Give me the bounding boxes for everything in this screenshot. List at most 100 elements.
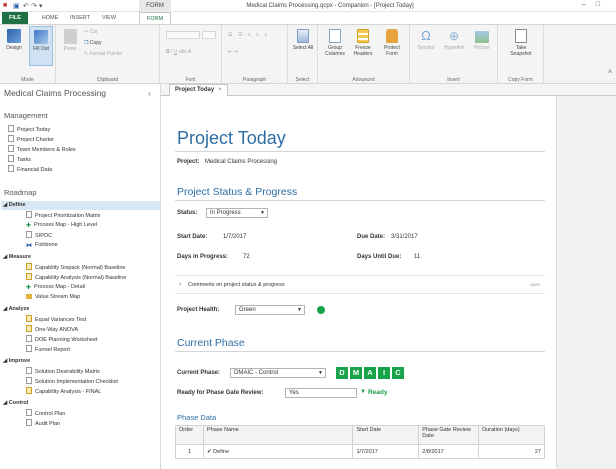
col-start-date[interactable]: Start Date bbox=[352, 425, 420, 445]
open-comments-link[interactable]: open bbox=[530, 282, 540, 287]
sidebar-item-team-members[interactable]: Team Members & Roles bbox=[8, 145, 76, 153]
phase-analyze[interactable]: ◢ Analyze bbox=[3, 305, 29, 313]
sidebar-item-financial-data[interactable]: Financial Data bbox=[8, 165, 52, 173]
format-painter-button[interactable]: ✎ Format Painter bbox=[84, 51, 123, 57]
project-health-select[interactable]: Green ▼ bbox=[235, 305, 305, 315]
sidebar-item-capability-analysis[interactable]: Capability Analysis (Normal) Baseline bbox=[26, 273, 126, 281]
bold-button[interactable]: B bbox=[166, 49, 170, 55]
phase-define[interactable]: ◢ Define bbox=[3, 201, 26, 209]
sidebar-item-label: Project Today bbox=[17, 127, 51, 133]
dmaic-m: M bbox=[350, 367, 362, 379]
phase-control[interactable]: ◢ Control bbox=[3, 399, 28, 407]
expand-comments-icon[interactable]: › bbox=[179, 281, 181, 288]
sidebar-item-prioritization-matrix[interactable]: Project Prioritization Matrix bbox=[26, 211, 100, 219]
window-controls[interactable]: –□ bbox=[582, 1, 610, 8]
sidebar-item-solution-desirability[interactable]: Solution Desirability Matrix bbox=[26, 367, 100, 375]
underline-button[interactable]: U bbox=[174, 49, 178, 55]
col-duration[interactable]: Duration (days) bbox=[478, 425, 545, 445]
freeze-headers-button[interactable]: Freeze Headers bbox=[350, 29, 376, 57]
sidebar-item-equal-variances[interactable]: Equal Variances Test bbox=[26, 315, 86, 323]
font-format-buttons[interactable]: B I U abc A bbox=[166, 49, 191, 55]
cell-order[interactable]: 1 bbox=[175, 444, 204, 459]
group-label-clipboard: Clipboard bbox=[96, 77, 119, 83]
cut-button[interactable]: ✂ Cut bbox=[84, 29, 97, 35]
sidebar-item-value-stream-map[interactable]: Value Stream Map bbox=[26, 293, 80, 301]
value-stream-icon bbox=[26, 294, 32, 299]
cell-duration[interactable]: 27 bbox=[478, 444, 545, 459]
sidebar-item-one-way-anova[interactable]: One-Way ANOVA bbox=[26, 325, 78, 333]
take-snapshot-button[interactable]: Take Snapshot bbox=[506, 29, 536, 57]
sidebar-item-project-today[interactable]: Project Today bbox=[8, 125, 50, 133]
sidebar-item-funnel-report[interactable]: Funnel Report bbox=[26, 345, 70, 353]
hyperlink-button[interactable]: ⊕ Hyperlink bbox=[440, 29, 468, 51]
sidebar-item-process-map-high[interactable]: ✚ Process Map - High Level bbox=[26, 221, 97, 229]
symbol-button[interactable]: Ω Symbol bbox=[414, 29, 438, 52]
col-phase-name[interactable]: Phase Name bbox=[202, 425, 354, 445]
phase-gate-review-label: Ready for Phase Gate Review: bbox=[177, 390, 264, 396]
alignment-icons[interactable]: ☰ ☰ ≡ ≡ ≡ bbox=[228, 32, 269, 38]
collapse-sidebar-icon[interactable]: ‹ bbox=[148, 89, 151, 98]
phase-measure[interactable]: ◢ Measure bbox=[3, 253, 31, 261]
sidebar-item-capability-sixpack[interactable]: Capability Sixpack (Normal) Baseline bbox=[26, 263, 125, 271]
divider bbox=[175, 275, 545, 276]
maximize-button[interactable]: □ bbox=[596, 1, 610, 8]
redo-icon[interactable]: ↷ bbox=[31, 2, 37, 10]
analysis-icon bbox=[26, 325, 32, 332]
project-value[interactable]: Medical Claims Processing bbox=[205, 159, 277, 165]
phase-label: Define bbox=[8, 202, 26, 208]
collapse-ribbon-icon[interactable]: ˄ bbox=[608, 69, 612, 76]
sidebar-item-control-plan[interactable]: Control Plan bbox=[26, 409, 65, 417]
tab-insert[interactable]: INSERT bbox=[66, 12, 94, 24]
project-health-value: Green bbox=[239, 307, 256, 313]
minimize-button[interactable]: – bbox=[582, 1, 596, 8]
close-icon[interactable]: × bbox=[218, 87, 222, 93]
sidebar-item-solution-checklist[interactable]: Solution Implementation Checklist bbox=[26, 377, 118, 385]
indent-icons[interactable]: ⇤ ⇥ bbox=[228, 49, 238, 55]
col-order[interactable]: Order bbox=[175, 425, 204, 445]
sidebar-item-process-map-detail[interactable]: ✚ Process Map - Detail bbox=[26, 283, 85, 291]
tab-home[interactable]: HOME bbox=[36, 12, 64, 24]
font-color-button[interactable]: A bbox=[188, 49, 191, 55]
current-phase-select[interactable]: DMAIC - Control ▼ bbox=[230, 368, 326, 378]
cell-phase-name[interactable]: ✔ Define bbox=[202, 444, 354, 459]
phase-improve[interactable]: ◢ Improve bbox=[3, 357, 30, 365]
tab-file[interactable]: FILE bbox=[2, 12, 28, 24]
tab-form[interactable]: FORM bbox=[139, 12, 171, 24]
italic-button[interactable]: I bbox=[171, 49, 172, 55]
protect-form-button[interactable]: Protect Form bbox=[379, 29, 405, 57]
start-date-value[interactable]: 1/7/2017 bbox=[223, 234, 246, 240]
tab-project-today[interactable]: Project Today × bbox=[169, 84, 228, 96]
cell-review-date[interactable]: 2/8/2017 bbox=[418, 444, 480, 459]
ribbon-tabs: FILE HOME INSERT VIEW FORM bbox=[0, 12, 616, 24]
sidebar-item-label: Audit Plan bbox=[35, 421, 61, 427]
status-select[interactable]: In Progress ▼ bbox=[206, 208, 268, 218]
design-button[interactable]: Design bbox=[3, 29, 25, 51]
cell-start-date[interactable]: 1/7/2017 bbox=[352, 444, 420, 459]
select-all-button[interactable]: Select All bbox=[291, 29, 315, 51]
undo-icon[interactable]: ↶ bbox=[23, 2, 29, 10]
sidebar-item-fishbone[interactable]: ⧓ Fishbone bbox=[26, 241, 58, 249]
sidebar-item-doe-planning[interactable]: DOE Planning Worksheet bbox=[26, 335, 98, 343]
sidebar-item-audit-plan[interactable]: Audit Plan bbox=[26, 419, 60, 427]
fill-out-button[interactable]: Fill Out bbox=[29, 26, 53, 66]
sidebar-item-sipoc[interactable]: SIPOC bbox=[26, 231, 52, 239]
table-row[interactable]: 1 ✔ Define 1/7/2017 2/8/2017 27 bbox=[175, 444, 545, 459]
font-size-select[interactable] bbox=[202, 31, 216, 39]
phase-gate-review-select[interactable]: Yes bbox=[285, 388, 357, 398]
customize-qat-icon[interactable]: ▾ bbox=[39, 2, 43, 10]
save-icon[interactable]: ▣ bbox=[13, 2, 20, 10]
font-name-select[interactable] bbox=[166, 31, 200, 39]
group-columns-button[interactable]: Group Columns bbox=[322, 29, 348, 57]
tab-view[interactable]: VIEW bbox=[96, 12, 122, 24]
strikethrough-button[interactable]: abc bbox=[179, 49, 187, 55]
sidebar-item-tasks[interactable]: Tasks bbox=[8, 155, 31, 163]
comments-label[interactable]: Comments on project status & progress bbox=[188, 282, 285, 288]
picture-button[interactable]: Picture bbox=[470, 29, 494, 51]
paste-button[interactable]: Paste bbox=[60, 29, 80, 52]
due-date-value[interactable]: 3/31/2017 bbox=[391, 234, 418, 240]
col-phase-gate-review-date[interactable]: Phase Gate Review Date bbox=[418, 425, 480, 445]
sidebar-item-project-charter[interactable]: Project Charter bbox=[8, 135, 54, 143]
divider bbox=[175, 200, 545, 201]
copy-button[interactable]: ❐ Copy bbox=[84, 40, 102, 46]
sidebar-item-capability-final[interactable]: Capability Analysis - FINAL bbox=[26, 387, 101, 395]
